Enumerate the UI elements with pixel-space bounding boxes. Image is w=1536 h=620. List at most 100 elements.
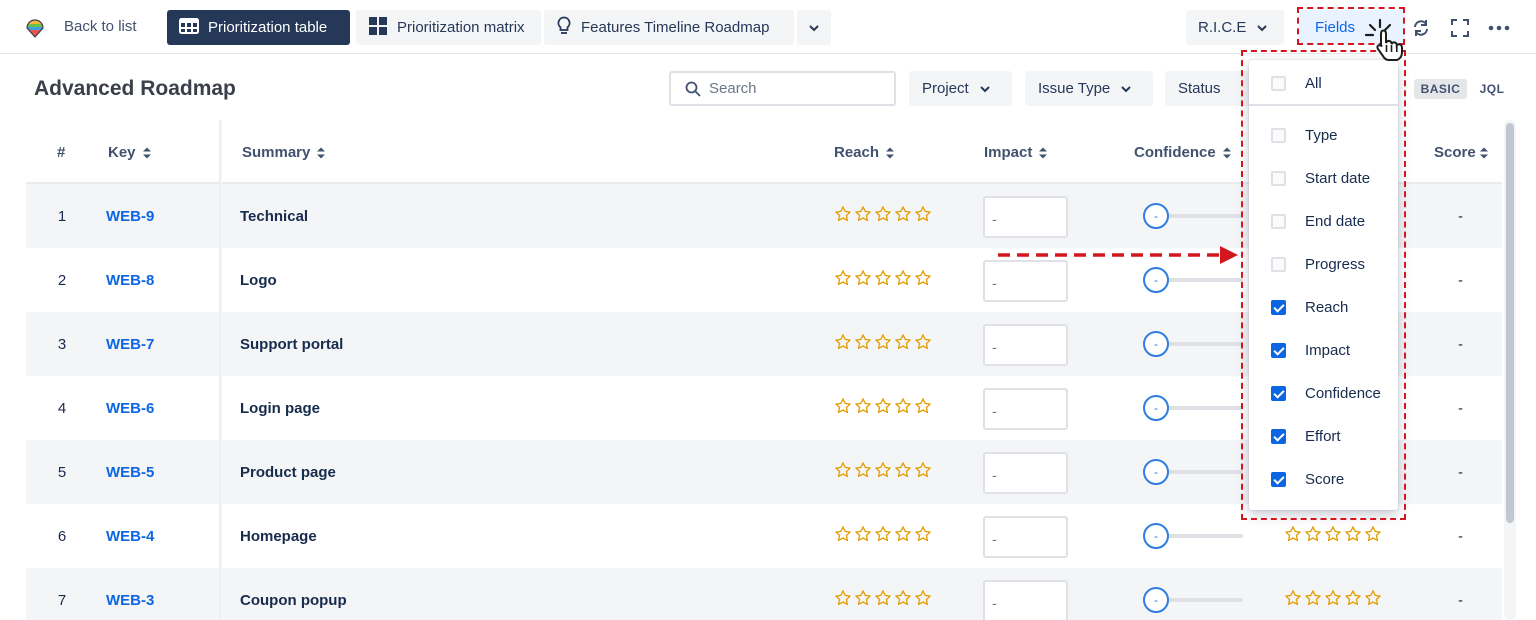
reach-rating[interactable] — [834, 397, 932, 415]
impact-input[interactable]: - — [983, 580, 1068, 620]
star-outline-icon[interactable] — [914, 205, 932, 223]
impact-input[interactable]: - — [983, 260, 1068, 302]
mode-basic[interactable]: BASIC — [1414, 79, 1467, 99]
issue-key-link[interactable]: WEB-6 — [106, 400, 154, 417]
issue-key-link[interactable]: WEB-7 — [106, 336, 154, 353]
mode-jql[interactable]: JQL — [1470, 79, 1514, 99]
more-options-button[interactable] — [1487, 16, 1511, 40]
star-outline-icon[interactable] — [854, 461, 872, 479]
star-outline-icon[interactable] — [854, 589, 872, 607]
issue-key-link[interactable]: WEB-8 — [106, 272, 154, 289]
tab-features-timeline-roadmap[interactable]: Features Timeline Roadmap — [544, 10, 794, 45]
filter-project[interactable]: Project — [909, 71, 1012, 106]
column-header-confidence[interactable]: Confidence — [1134, 144, 1232, 161]
vertical-scrollbar[interactable] — [1504, 120, 1516, 620]
star-outline-icon[interactable] — [874, 461, 892, 479]
impact-input[interactable]: - — [983, 516, 1068, 558]
reach-rating[interactable] — [834, 205, 932, 223]
star-outline-icon[interactable] — [914, 397, 932, 415]
impact-input[interactable]: - — [983, 388, 1068, 430]
issue-key-link[interactable]: WEB-5 — [106, 464, 154, 481]
tab-prioritization-matrix[interactable]: Prioritization matrix — [356, 10, 541, 45]
star-outline-icon[interactable] — [834, 525, 852, 543]
scrollbar-thumb[interactable] — [1506, 123, 1514, 523]
slider-knob[interactable]: - — [1143, 267, 1169, 293]
issue-key-link[interactable]: WEB-4 — [106, 528, 154, 545]
star-outline-icon[interactable] — [914, 333, 932, 351]
star-outline-icon[interactable] — [914, 461, 932, 479]
star-outline-icon[interactable] — [1284, 525, 1302, 543]
confidence-slider[interactable]: - — [1143, 585, 1253, 615]
star-outline-icon[interactable] — [874, 397, 892, 415]
confidence-slider[interactable]: - — [1143, 329, 1253, 359]
star-outline-icon[interactable] — [834, 205, 852, 223]
issue-summary[interactable]: Support portal — [240, 336, 343, 353]
reach-rating[interactable] — [834, 461, 932, 479]
star-outline-icon[interactable] — [894, 589, 912, 607]
search-box[interactable] — [669, 71, 896, 106]
confidence-slider[interactable]: - — [1143, 457, 1253, 487]
reach-rating[interactable] — [834, 269, 932, 287]
more-tabs-button[interactable] — [797, 10, 831, 45]
reach-rating[interactable] — [834, 525, 932, 543]
confidence-slider[interactable]: - — [1143, 265, 1253, 295]
impact-input[interactable]: - — [983, 324, 1068, 366]
fullscreen-button[interactable] — [1448, 16, 1472, 40]
column-header-reach[interactable]: Reach — [834, 144, 895, 161]
slider-knob[interactable]: - — [1143, 523, 1169, 549]
column-header-impact[interactable]: Impact — [984, 144, 1048, 161]
slider-knob[interactable]: - — [1143, 587, 1169, 613]
impact-input[interactable]: - — [983, 196, 1068, 238]
star-outline-icon[interactable] — [854, 333, 872, 351]
tab-prioritization-table[interactable]: Prioritization table — [167, 10, 350, 45]
star-outline-icon[interactable] — [1284, 589, 1302, 607]
confidence-slider[interactable]: - — [1143, 201, 1253, 231]
filter-issue-type[interactable]: Issue Type — [1025, 71, 1153, 106]
issue-summary[interactable]: Coupon popup — [240, 592, 347, 609]
star-outline-icon[interactable] — [854, 205, 872, 223]
effort-rating[interactable] — [1284, 589, 1382, 607]
search-input[interactable] — [709, 80, 879, 97]
star-outline-icon[interactable] — [914, 269, 932, 287]
star-outline-icon[interactable] — [834, 589, 852, 607]
effort-rating[interactable] — [1284, 525, 1382, 543]
star-outline-icon[interactable] — [834, 333, 852, 351]
issue-summary[interactable]: Login page — [240, 400, 320, 417]
star-outline-icon[interactable] — [1304, 589, 1322, 607]
star-outline-icon[interactable] — [854, 269, 872, 287]
confidence-slider[interactable]: - — [1143, 393, 1253, 423]
column-header-summary[interactable]: Summary — [242, 144, 326, 161]
star-outline-icon[interactable] — [1364, 589, 1382, 607]
framework-select[interactable]: R.I.C.E — [1186, 10, 1284, 45]
star-outline-icon[interactable] — [894, 397, 912, 415]
slider-knob[interactable]: - — [1143, 395, 1169, 421]
star-outline-icon[interactable] — [894, 461, 912, 479]
star-outline-icon[interactable] — [914, 525, 932, 543]
issue-key-link[interactable]: WEB-9 — [106, 208, 154, 225]
star-outline-icon[interactable] — [874, 589, 892, 607]
star-outline-icon[interactable] — [834, 397, 852, 415]
star-outline-icon[interactable] — [834, 269, 852, 287]
star-outline-icon[interactable] — [914, 589, 932, 607]
refresh-button[interactable] — [1409, 16, 1433, 40]
star-outline-icon[interactable] — [1364, 525, 1382, 543]
star-outline-icon[interactable] — [894, 525, 912, 543]
star-outline-icon[interactable] — [874, 333, 892, 351]
slider-knob[interactable]: - — [1143, 203, 1169, 229]
star-outline-icon[interactable] — [894, 333, 912, 351]
star-outline-icon[interactable] — [1344, 525, 1362, 543]
star-outline-icon[interactable] — [874, 269, 892, 287]
star-outline-icon[interactable] — [854, 525, 872, 543]
star-outline-icon[interactable] — [1304, 525, 1322, 543]
star-outline-icon[interactable] — [1324, 589, 1342, 607]
back-to-list-link[interactable]: Back to list — [64, 18, 137, 35]
column-header-score[interactable]: Score — [1434, 144, 1489, 161]
slider-knob[interactable]: - — [1143, 331, 1169, 357]
reach-rating[interactable] — [834, 333, 932, 351]
column-header-key[interactable]: Key — [108, 144, 152, 161]
issue-summary[interactable]: Product page — [240, 464, 336, 481]
star-outline-icon[interactable] — [1324, 525, 1342, 543]
issue-summary[interactable]: Technical — [240, 208, 308, 225]
impact-input[interactable]: - — [983, 452, 1068, 494]
star-outline-icon[interactable] — [1344, 589, 1362, 607]
